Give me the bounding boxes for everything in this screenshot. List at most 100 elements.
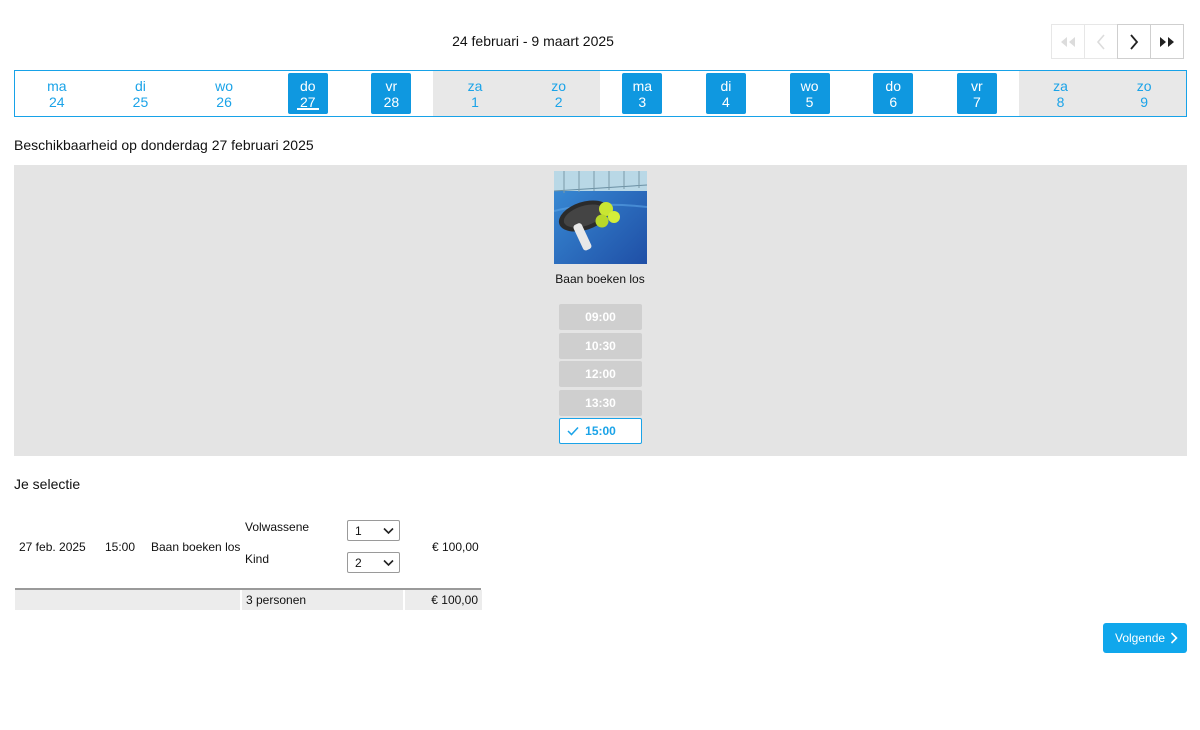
product-name: Baan boeken los (555, 272, 645, 286)
day-zo-9[interactable]: zo 9 (1102, 71, 1186, 116)
first-week-button[interactable] (1051, 24, 1085, 59)
day-number-label: 6 (889, 93, 898, 110)
availability-panel: Baan boeken los 09:00 10:30 12:00 13:30 … (14, 165, 1187, 456)
time-slot-label: 13:30 (585, 396, 616, 410)
day-number-label: 1 (471, 93, 479, 110)
day-pill: vr 7 (956, 73, 997, 114)
day-di-25[interactable]: di 25 (99, 71, 183, 116)
selection-title: Je selectie (14, 476, 81, 492)
time-slot[interactable]: 13:30 (559, 390, 642, 416)
day-number-label: 27 (299, 93, 316, 110)
padel-product-image[interactable] (554, 171, 647, 264)
day-zo-2[interactable]: zo 2 (516, 71, 601, 116)
day-do-27[interactable]: do 27 (266, 71, 350, 116)
totals-row: 3 personen € 100,00 (15, 590, 482, 610)
day-pill: do 27 (287, 73, 328, 114)
day-ma-3[interactable]: ma 3 (600, 71, 684, 116)
time-slot-label: 10:30 (585, 339, 616, 353)
day-number-label: 2 (554, 93, 563, 110)
day-of-week-label: vr (971, 77, 983, 94)
day-pill: ma 3 (622, 73, 663, 114)
day-of-week-label: za (467, 77, 483, 94)
next-button-label: Volgende (1115, 631, 1166, 645)
day-pill: zo 2 (539, 73, 579, 114)
day-of-week-label: za (1053, 77, 1068, 94)
day-of-week-label: wo (800, 77, 819, 94)
day-number-label: 3 (638, 93, 647, 110)
chevron-down-icon (383, 527, 394, 535)
double-chevron-left-icon (1061, 36, 1075, 47)
day-pill: za 8 (1041, 73, 1081, 114)
time-slot[interactable]: 12:00 (559, 361, 642, 387)
day-of-week-label: zo (551, 77, 567, 94)
child-label: Kind (245, 552, 270, 566)
checkmark-icon (567, 426, 579, 436)
day-pill: di 4 (705, 73, 746, 114)
day-wo-26[interactable]: wo 26 (182, 71, 266, 116)
next-button[interactable]: Volgende (1103, 623, 1187, 653)
day-number-label: 9 (1140, 93, 1149, 110)
day-number-label: 7 (972, 93, 981, 110)
day-za-1[interactable]: za 1 (433, 71, 517, 116)
total-price: € 100,00 (405, 590, 482, 610)
double-chevron-right-icon (1160, 36, 1174, 47)
adult-quantity-select[interactable]: 1 (347, 520, 400, 541)
total-persons: 3 personen (242, 590, 403, 610)
time-slot-label: 12:00 (585, 367, 616, 381)
time-slot-selected[interactable]: 15:00 (559, 418, 642, 444)
day-of-week-label: do (885, 77, 901, 94)
day-pill: do 6 (873, 73, 914, 114)
time-slot-label: 09:00 (585, 310, 616, 324)
child-quantity-select[interactable]: 2 (347, 552, 400, 573)
day-of-week-label: wo (215, 77, 234, 94)
day-pill: zo 9 (1124, 73, 1164, 114)
day-of-week-label: vr (385, 77, 398, 94)
day-pill: di 25 (120, 73, 160, 114)
day-number-label: 4 (722, 93, 730, 110)
time-slot[interactable]: 10:30 (559, 333, 642, 359)
chevron-left-icon (1096, 33, 1105, 50)
day-wo-5[interactable]: wo 5 (768, 71, 852, 116)
day-pill: ma 24 (37, 73, 77, 114)
adult-label: Volwassene (245, 520, 310, 534)
day-of-week-label: ma (632, 77, 653, 94)
day-of-week-label: do (299, 77, 316, 94)
selection-price: € 100,00 (432, 540, 479, 554)
selection-time: 15:00 (105, 540, 136, 554)
day-number-label: 25 (132, 93, 149, 110)
day-pill: wo 26 (204, 73, 244, 114)
availability-title: Beschikbaarheid op donderdag 27 februari… (14, 137, 314, 153)
day-ma-24[interactable]: ma 24 (15, 71, 99, 116)
day-of-week-label: ma (47, 77, 67, 94)
week-navigation (1051, 24, 1184, 59)
day-of-week-label: zo (1136, 77, 1152, 94)
day-vr-7[interactable]: vr 7 (935, 71, 1019, 116)
day-number-label: 24 (49, 93, 65, 110)
adult-quantity-value: 1 (355, 523, 362, 538)
time-slot[interactable]: 09:00 (559, 304, 642, 330)
selection-date: 27 feb. 2025 (19, 540, 86, 554)
selection-product: Baan boeken los (151, 540, 241, 554)
day-vr-28[interactable]: vr 28 (350, 71, 434, 116)
next-week-button[interactable] (1117, 24, 1151, 59)
chevron-right-icon (1170, 632, 1178, 644)
day-za-8[interactable]: za 8 (1018, 71, 1103, 116)
day-di-4[interactable]: di 4 (684, 71, 768, 116)
previous-week-button[interactable] (1084, 24, 1118, 59)
day-of-week-label: di (720, 77, 732, 94)
day-number-label: 5 (805, 93, 814, 110)
day-number-label: 28 (383, 93, 400, 110)
day-number-label: 26 (216, 93, 232, 110)
week-day-strip: ma 24 di 25 wo 26 do 27 vr 28 za 1 zo 2 ma 3 di 4 wo 5 do 6 vr… (14, 70, 1187, 117)
totals-empty-cell (15, 590, 240, 610)
day-do-6[interactable]: do 6 (851, 71, 935, 116)
day-number-label: 8 (1056, 93, 1065, 110)
day-pill: za 1 (455, 73, 495, 114)
date-range-title: 24 februari - 9 maart 2025 (452, 33, 614, 49)
child-quantity-value: 2 (355, 555, 362, 570)
day-pill: wo 5 (789, 73, 830, 114)
chevron-right-icon (1130, 33, 1139, 50)
last-week-button[interactable] (1150, 24, 1184, 59)
time-slot-label: 15:00 (585, 424, 616, 438)
day-pill: vr 28 (371, 73, 412, 114)
